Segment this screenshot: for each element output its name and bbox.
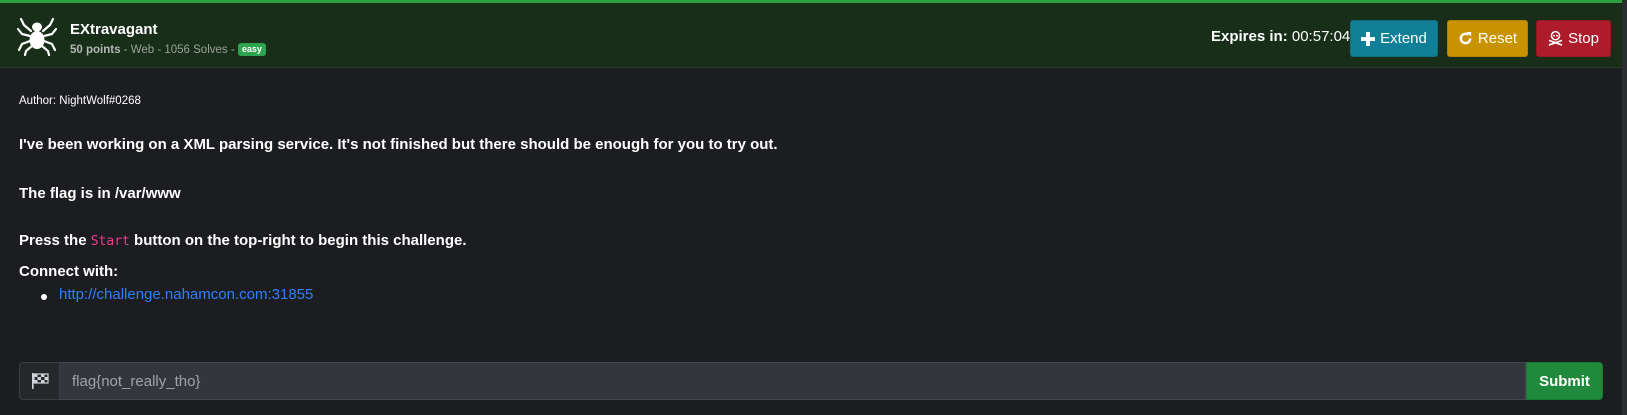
spider-icon bbox=[16, 16, 58, 57]
reset-button[interactable]: Reset bbox=[1447, 20, 1528, 57]
description-line-1: I've been working on a XML parsing servi… bbox=[19, 136, 778, 153]
expiry-label: Expires in: bbox=[1211, 28, 1288, 45]
reset-label: Reset bbox=[1477, 30, 1518, 47]
points-label: 50 points bbox=[70, 44, 121, 56]
difficulty-badge: easy bbox=[237, 43, 266, 56]
extend-label: Extend bbox=[1380, 30, 1427, 47]
description-line-3: Press the Start button on the top-right … bbox=[19, 232, 467, 249]
flag-submit-form: Submit bbox=[19, 362, 1603, 400]
plus-icon bbox=[1361, 31, 1376, 46]
list-item: http://challenge.nahamcon.com:31855 bbox=[19, 286, 313, 303]
button-top-right-text: button on the top-right to begin this ch… bbox=[129, 232, 467, 249]
stop-label: Stop bbox=[1568, 30, 1599, 47]
challenge-meta: 50 points - Web - 1056 Solves - easy bbox=[70, 43, 266, 56]
skull-crossbones-icon bbox=[1548, 31, 1563, 46]
checkered-flag-icon bbox=[19, 362, 60, 400]
page-scroll-edge bbox=[1622, 0, 1627, 415]
challenge-header: EXtravagant 50 points - Web - 1056 Solve… bbox=[0, 0, 1622, 68]
start-code: Start bbox=[90, 234, 130, 249]
connect-label: Connect with: bbox=[19, 263, 119, 280]
connection-list: http://challenge.nahamcon.com:31855 bbox=[19, 286, 313, 303]
redo-icon bbox=[1458, 31, 1473, 46]
challenge-card: EXtravagant 50 points - Web - 1056 Solve… bbox=[0, 0, 1622, 415]
submit-button[interactable]: Submit bbox=[1526, 362, 1603, 400]
expiry-value: 00:57:04 bbox=[1287, 28, 1351, 45]
challenge-title: EXtravagant bbox=[70, 21, 158, 38]
stop-button[interactable]: Stop bbox=[1536, 20, 1611, 57]
expiry-timer: Expires in: 00:57:04 bbox=[1211, 28, 1350, 45]
flag-input[interactable] bbox=[60, 362, 1526, 400]
extend-button[interactable]: Extend bbox=[1350, 20, 1438, 57]
challenge-url-link[interactable]: http://challenge.nahamcon.com:31855 bbox=[59, 286, 313, 303]
author-line: Author: NightWolf#0268 bbox=[19, 95, 141, 107]
description-line-2: The flag is in /var/www bbox=[19, 185, 181, 202]
category-solves: - Web - 1056 Solves - bbox=[120, 44, 238, 56]
press-the-text: Press the bbox=[19, 232, 91, 249]
